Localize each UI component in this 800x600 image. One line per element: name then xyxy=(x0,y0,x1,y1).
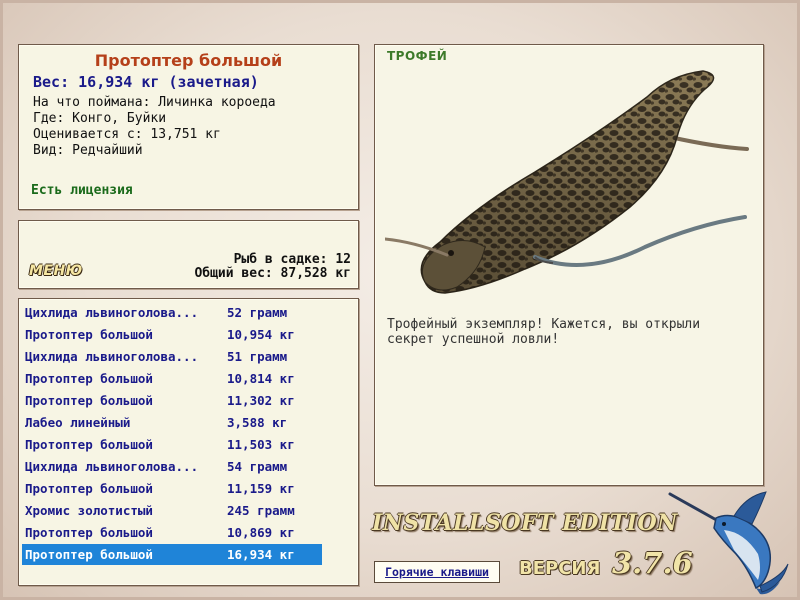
catch-list-row[interactable]: Протоптер большой 10,954 кг xyxy=(22,324,322,345)
catch-fish-weight: 54 грамм xyxy=(227,459,288,474)
fish-count: Рыб в садке: 12 xyxy=(233,252,351,267)
catch-fish-weight: 16,934 кг xyxy=(227,547,295,562)
catch-list-row[interactable]: Цихлида львиноголова... 54 грамм xyxy=(22,456,322,477)
catch-fish-weight: 3,588 кг xyxy=(227,415,288,430)
lungfish-image xyxy=(385,70,749,294)
catch-fish-weight: 10,954 кг xyxy=(227,327,295,342)
fish-info-panel: Протоптер большой Вес: 16,934 кг (зачетн… xyxy=(18,44,359,210)
catch-fish-name: Протоптер большой xyxy=(25,481,153,496)
trophy-panel: ТРОФЕЙ Трофейный экземпляр! Кажется, вы … xyxy=(374,44,764,486)
catch-fish-name: Цихлида львиноголова... xyxy=(25,305,199,320)
catch-fish-weight: 245 грамм xyxy=(227,503,295,518)
catch-fish-name: Хромис золотистый xyxy=(25,503,153,518)
trophy-description: Трофейный экземпляр! Кажется, вы открыли… xyxy=(387,317,701,347)
catch-fish-name: Протоптер большой xyxy=(25,525,153,540)
catch-fish-weight: 10,814 кг xyxy=(227,371,295,386)
version-label: ВЕРСИЯ xyxy=(519,558,601,579)
fish-title: Протоптер большой xyxy=(94,51,283,70)
catch-fish-name: Цихлида львиноголова... xyxy=(25,459,199,474)
catch-fish-name: Цихлида львиноголова... xyxy=(25,349,199,364)
catch-list-row[interactable]: Протоптер большой 16,934 кг xyxy=(22,544,322,565)
catch-list-row[interactable]: Цихлида львиноголова... 51 грамм xyxy=(22,346,322,367)
catch-fish-weight: 51 грамм xyxy=(227,349,288,364)
fish-rarity: Вид: Редчайший xyxy=(33,143,143,158)
catch-list-row[interactable]: Цихлида львиноголова... 52 грамм xyxy=(22,302,322,323)
catch-fish-weight: 11,302 кг xyxy=(227,393,295,408)
catch-fish-name: Протоптер большой xyxy=(25,547,153,562)
catch-fish-weight: 11,159 кг xyxy=(227,481,295,496)
fish-estimate: Оценивается с: 13,751 кг xyxy=(33,127,221,142)
catch-fish-name: Протоптер большой xyxy=(25,437,153,452)
catch-fish-name: Лабео линейный xyxy=(25,415,131,430)
catch-list-row[interactable]: Хромис золотистый 245 грамм xyxy=(22,500,322,521)
catch-list-row[interactable]: Лабео линейный 3,588 кг xyxy=(22,412,322,433)
catch-fish-weight: 11,503 кг xyxy=(227,437,295,452)
fish-weight: Вес: 16,934 кг (зачетная) xyxy=(33,73,259,91)
catch-fish-name: Протоптер большой xyxy=(25,327,153,342)
catch-fish-weight: 10,869 кг xyxy=(227,525,295,540)
catch-fish-name: Протоптер большой xyxy=(25,371,153,386)
catch-list[interactable]: Цихлида львиноголова... 52 грамм Протоптер… xyxy=(18,298,359,586)
catch-list-row[interactable]: Протоптер большой 11,503 кг xyxy=(22,434,322,455)
catch-list-row[interactable]: Протоптер большой 10,814 кг xyxy=(22,368,322,389)
total-weight: Общий вес: 87,528 кг xyxy=(194,266,351,281)
catch-fish-weight: 52 грамм xyxy=(227,305,288,320)
catch-list-row[interactable]: Протоптер большой 11,302 кг xyxy=(22,390,322,411)
marlin-logo-icon xyxy=(668,491,789,595)
catch-list-row[interactable]: Протоптер большой 10,869 кг xyxy=(22,522,322,543)
catch-fish-name: Протоптер большой xyxy=(25,393,153,408)
catch-list-row[interactable]: Протоптер большой 11,159 кг xyxy=(22,478,322,499)
hotkeys-button[interactable]: Горячие клавиши xyxy=(374,561,500,583)
fish-location: Где: Конго, Буйки xyxy=(33,111,167,126)
fish-bait: На что поймана: Личинка короеда xyxy=(33,95,276,110)
edition-logo: INSTALLSOFT EDITION xyxy=(372,510,678,536)
menu-button[interactable]: МЕНЮ xyxy=(29,263,83,279)
license-status: Есть лицензия xyxy=(31,183,133,198)
keepnet-stats-panel: МЕНЮ Рыб в садке: 12 Общий вес: 87,528 к… xyxy=(18,220,359,289)
